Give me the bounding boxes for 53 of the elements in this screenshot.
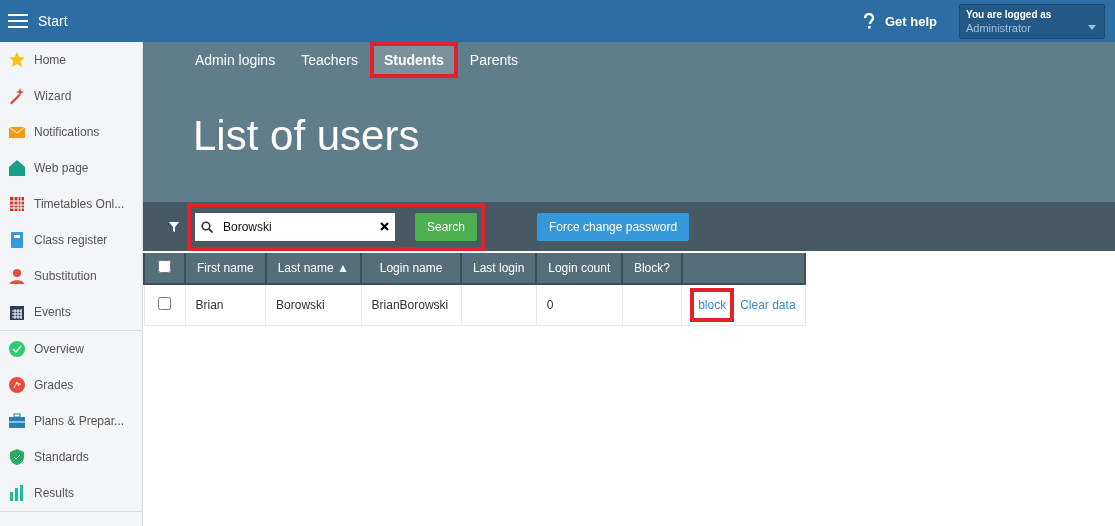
column-header[interactable]: Block? (622, 253, 682, 284)
help-link[interactable]: Get help (863, 13, 937, 29)
column-header[interactable]: Last name ▲ (265, 253, 362, 284)
tab[interactable]: Teachers (291, 46, 368, 74)
app-title: Start (38, 13, 69, 29)
sidebar-item[interactable]: Overview (0, 331, 142, 367)
action-link[interactable]: block (690, 287, 735, 322)
page-title: List of users (193, 112, 421, 160)
sidebar-item[interactable]: Substitution (0, 258, 142, 294)
account-dropdown[interactable]: You are logged as Administrator (959, 3, 1105, 39)
clear-icon[interactable] (380, 222, 389, 231)
sidebar-item[interactable]: Class register (0, 222, 142, 258)
sidebar-item[interactable]: Standards (0, 439, 142, 475)
help-icon (863, 13, 875, 29)
column-header[interactable]: Login count (536, 253, 623, 284)
search-icon (201, 220, 213, 233)
briefcase-icon (8, 412, 26, 430)
sidebar-item[interactable]: Wizard (0, 78, 142, 114)
table-cell: Borowski (265, 284, 362, 325)
check-badge-icon (8, 340, 26, 358)
column-header[interactable]: First name (185, 253, 266, 284)
magic-wand-icon (8, 87, 26, 105)
table-cell: Brian (185, 284, 266, 325)
grade-icon (8, 376, 26, 394)
select-all-checkbox[interactable] (158, 260, 171, 273)
person-icon (8, 267, 26, 285)
sidebar-item[interactable]: Web page (0, 150, 142, 186)
menu-icon[interactable] (8, 13, 28, 29)
column-header[interactable]: Login name (361, 253, 462, 284)
star-icon (8, 51, 26, 69)
bar-chart-icon (8, 484, 26, 502)
sidebar-item[interactable]: Results (0, 475, 142, 511)
sidebar-item[interactable]: Plans & Prepar... (0, 403, 142, 439)
dropdown-caret-icon (1088, 24, 1096, 30)
table-cell: BrianBorowski (361, 284, 462, 325)
action-link[interactable]: Clear data (732, 287, 804, 322)
calendar-icon (8, 303, 26, 321)
sidebar-item[interactable]: Timetables Onl... (0, 186, 142, 222)
shield-icon (8, 448, 26, 466)
column-header[interactable]: Last login (461, 253, 537, 284)
notebook-icon (8, 231, 26, 249)
grid-icon (8, 195, 26, 213)
sidebar-item[interactable]: Notifications (0, 114, 142, 150)
tab[interactable]: Parents (459, 46, 529, 74)
search-field[interactable]: Borowski (195, 212, 395, 241)
tab[interactable]: Admin logins (185, 46, 286, 74)
table-cell: 0 (536, 284, 623, 325)
sidebar-item[interactable]: Grades (0, 367, 142, 403)
sidebar-item[interactable]: Home (0, 42, 142, 78)
row-checkbox[interactable] (158, 296, 171, 310)
filter-icon[interactable] (169, 221, 179, 232)
sidebar-item[interactable]: Events (0, 294, 142, 330)
house-icon (8, 159, 26, 177)
